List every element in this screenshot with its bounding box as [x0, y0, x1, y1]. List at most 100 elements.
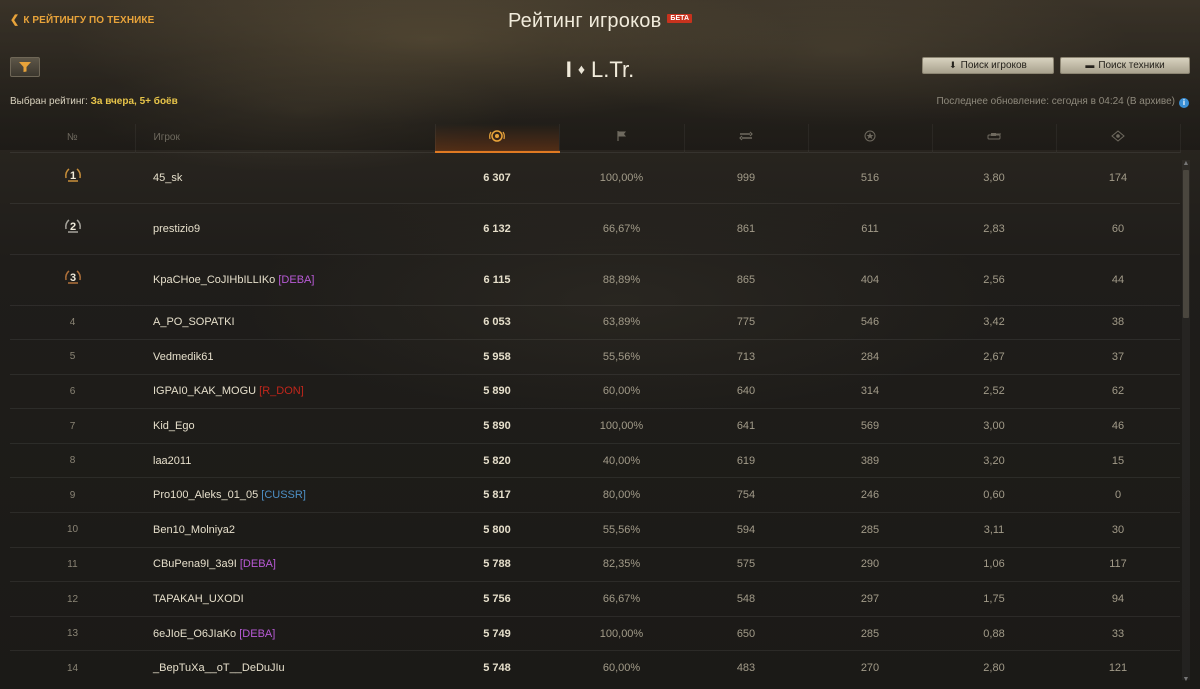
player-name[interactable]: Kid_Ego — [153, 420, 195, 432]
column-spotted[interactable] — [1056, 124, 1181, 152]
player-name[interactable]: KpaCHoe_CoJIHbILLIKo — [153, 274, 275, 286]
tank-tier: I — [565, 57, 572, 82]
player-cell[interactable]: 45_sk — [135, 151, 435, 203]
table-row[interactable]: 9 Pro100_Aleks_01_05 [CUSSR] 5 817 80,00… — [10, 477, 1180, 513]
player-cell[interactable]: A_PO_SOPATKI — [135, 304, 435, 340]
table-row[interactable]: 12 TAPAKAH_UXODI 5 756 66,67% 548 297 1,… — [10, 581, 1180, 617]
player-cell[interactable]: Pro100_Aleks_01_05 [CUSSR] — [135, 477, 435, 513]
player-name[interactable]: 45_sk — [153, 172, 182, 184]
rank-cell: 13 — [10, 615, 135, 651]
clan-tag[interactable]: [CUSSR] — [261, 489, 306, 501]
rank-number: 2 — [69, 221, 75, 233]
player-name[interactable]: 6eJIoE_O6JIaKo — [153, 628, 236, 640]
winrate-cell: 88,89% — [559, 253, 684, 305]
xp-cell: 284 — [808, 339, 932, 375]
rating-cell: 5 817 — [435, 477, 559, 513]
player-name[interactable]: IGPAI0_KAK_MOGU — [153, 385, 256, 397]
column-rank[interactable]: № — [10, 124, 136, 152]
clan-tag[interactable]: [DEBA] — [239, 628, 275, 640]
selected-rating-value[interactable]: За вчера, 5+ боёв — [91, 96, 178, 107]
rank-number: 1 — [69, 170, 75, 182]
table-row[interactable]: 3 KpaCHoe_CoJIHbILLIKo [DEBA] 6 115 88,8… — [10, 253, 1180, 305]
page-title: Рейтинг игроков — [507, 10, 662, 32]
player-cell[interactable]: 6eJIoE_O6JIaKo [DEBA] — [135, 615, 435, 651]
winrate-cell: 60,00% — [559, 650, 684, 686]
info-icon[interactable]: i — [1179, 98, 1189, 108]
damage-cell: 483 — [684, 650, 808, 686]
player-name[interactable]: _BepTuXa__oT__DeDuJIu — [153, 662, 285, 674]
damage-cell: 640 — [684, 373, 808, 409]
player-cell[interactable]: IGPAI0_KAK_MOGU [R_DON] — [135, 373, 435, 409]
scroll-down-arrow-icon[interactable]: ▼ — [1182, 676, 1190, 684]
player-name[interactable]: Pro100_Aleks_01_05 — [153, 489, 258, 501]
column-player[interactable]: Игрок — [135, 124, 436, 152]
player-cell[interactable]: Vedmedik61 — [135, 339, 435, 375]
xp-cell: 546 — [808, 304, 932, 340]
player-name[interactable]: TAPAKAH_UXODI — [153, 593, 244, 605]
clan-tag[interactable]: [R_DON] — [259, 385, 304, 397]
scrollbar-thumb[interactable] — [1183, 170, 1189, 318]
table-row[interactable]: 7 Kid_Ego 5 890 100,00% 641 569 3,00 46 — [10, 408, 1180, 444]
table-row[interactable]: 8 laa2011 5 820 40,00% 619 389 3,20 15 — [10, 442, 1180, 478]
winrate-cell: 55,56% — [559, 339, 684, 375]
rating-cell: 6 053 — [435, 304, 559, 340]
xp-cell: 297 — [808, 581, 932, 617]
table-row[interactable]: 11 CBuPena9I_3a9I [DEBA] 5 788 82,35% 57… — [10, 546, 1180, 582]
winrate-cell: 82,35% — [559, 546, 684, 582]
player-name[interactable]: prestizio9 — [153, 223, 200, 235]
table-row[interactable]: 4 A_PO_SOPATKI 6 053 63,89% 775 546 3,42… — [10, 304, 1180, 340]
rating-cell: 5 890 — [435, 408, 559, 444]
player-cell[interactable]: CBuPena9I_3a9I [DEBA] — [135, 546, 435, 582]
player-cell[interactable]: Kid_Ego — [135, 408, 435, 444]
table-row[interactable]: 13 6eJIoE_O6JIaKo [DEBA] 5 749 100,00% 6… — [10, 615, 1180, 651]
rating-cell: 6 307 — [435, 151, 559, 203]
player-name[interactable]: laa2011 — [153, 455, 191, 467]
table-row[interactable]: 5 Vedmedik61 5 958 55,56% 713 284 2,67 3… — [10, 339, 1180, 375]
column-xp[interactable] — [808, 124, 933, 152]
player-cell[interactable]: Ben10_Molniya2 — [135, 512, 435, 548]
player-name[interactable]: CBuPena9I_3a9I — [153, 558, 237, 570]
rating-cell: 5 820 — [435, 442, 559, 478]
column-winrate[interactable] — [559, 124, 685, 152]
search-players-button[interactable]: ⬇ Поиск игроков — [922, 57, 1054, 74]
clan-tag[interactable]: [DEBA] — [278, 274, 314, 286]
player-cell[interactable]: laa2011 — [135, 442, 435, 478]
player-cell[interactable]: TAPAKAH_UXODI — [135, 581, 435, 617]
rank-cell: 10 — [10, 512, 135, 548]
table-row[interactable]: 2 prestizio9 6 132 66,67% 861 611 2,83 6… — [10, 202, 1180, 254]
winrate-cell: 100,00% — [559, 151, 684, 203]
rank-cell: 11 — [10, 546, 135, 582]
column-damage[interactable] — [684, 124, 809, 152]
clan-tag[interactable]: [DEBA] — [240, 558, 276, 570]
damage-cell: 775 — [684, 304, 808, 340]
kills-cell: 1,06 — [932, 546, 1056, 582]
player-cell[interactable]: _BepTuXa__oT__DeDuJIu — [135, 650, 435, 686]
kills-cell: 2,56 — [932, 253, 1056, 305]
player-cell[interactable]: KpaCHoe_CoJIHbILLIKo [DEBA] — [135, 253, 435, 305]
column-kills[interactable] — [932, 124, 1057, 152]
player-name[interactable]: Vedmedik61 — [153, 351, 214, 363]
table-row[interactable]: 1 45_sk 6 307 100,00% 999 516 3,80 174 — [10, 151, 1180, 203]
xp-cell: 285 — [808, 512, 932, 548]
kills-cell: 0,60 — [932, 477, 1056, 513]
kills-cell: 3,80 — [932, 151, 1056, 203]
table-row[interactable]: 14 _BepTuXa__oT__DeDuJIu 5 748 60,00% 48… — [10, 650, 1180, 686]
damage-cell: 865 — [684, 253, 808, 305]
scroll-up-arrow-icon[interactable]: ▲ — [1182, 160, 1190, 168]
player-name[interactable]: Ben10_Molniya2 — [153, 524, 235, 536]
damage-cell: 861 — [684, 202, 808, 254]
table-row[interactable]: 10 Ben10_Molniya2 5 800 55,56% 594 285 3… — [10, 512, 1180, 548]
player-cell[interactable]: prestizio9 — [135, 202, 435, 254]
spotted-cell: 121 — [1056, 650, 1180, 686]
gold-medal-icon: 1 — [64, 168, 81, 182]
rating-cell: 6 132 — [435, 202, 559, 254]
kills-cell: 3,00 — [932, 408, 1056, 444]
search-players-label: Поиск игроков — [960, 60, 1027, 71]
player-name[interactable]: A_PO_SOPATKI — [153, 316, 235, 328]
table-row[interactable]: 6 IGPAI0_KAK_MOGU [R_DON] 5 890 60,00% 6… — [10, 373, 1180, 409]
column-rating[interactable] — [435, 124, 560, 153]
search-tech-button[interactable]: ▬ Поиск техники — [1060, 57, 1190, 74]
spotted-cell: 37 — [1056, 339, 1180, 375]
rating-cell: 6 115 — [435, 253, 559, 305]
beta-badge: БЕТА — [667, 14, 692, 23]
